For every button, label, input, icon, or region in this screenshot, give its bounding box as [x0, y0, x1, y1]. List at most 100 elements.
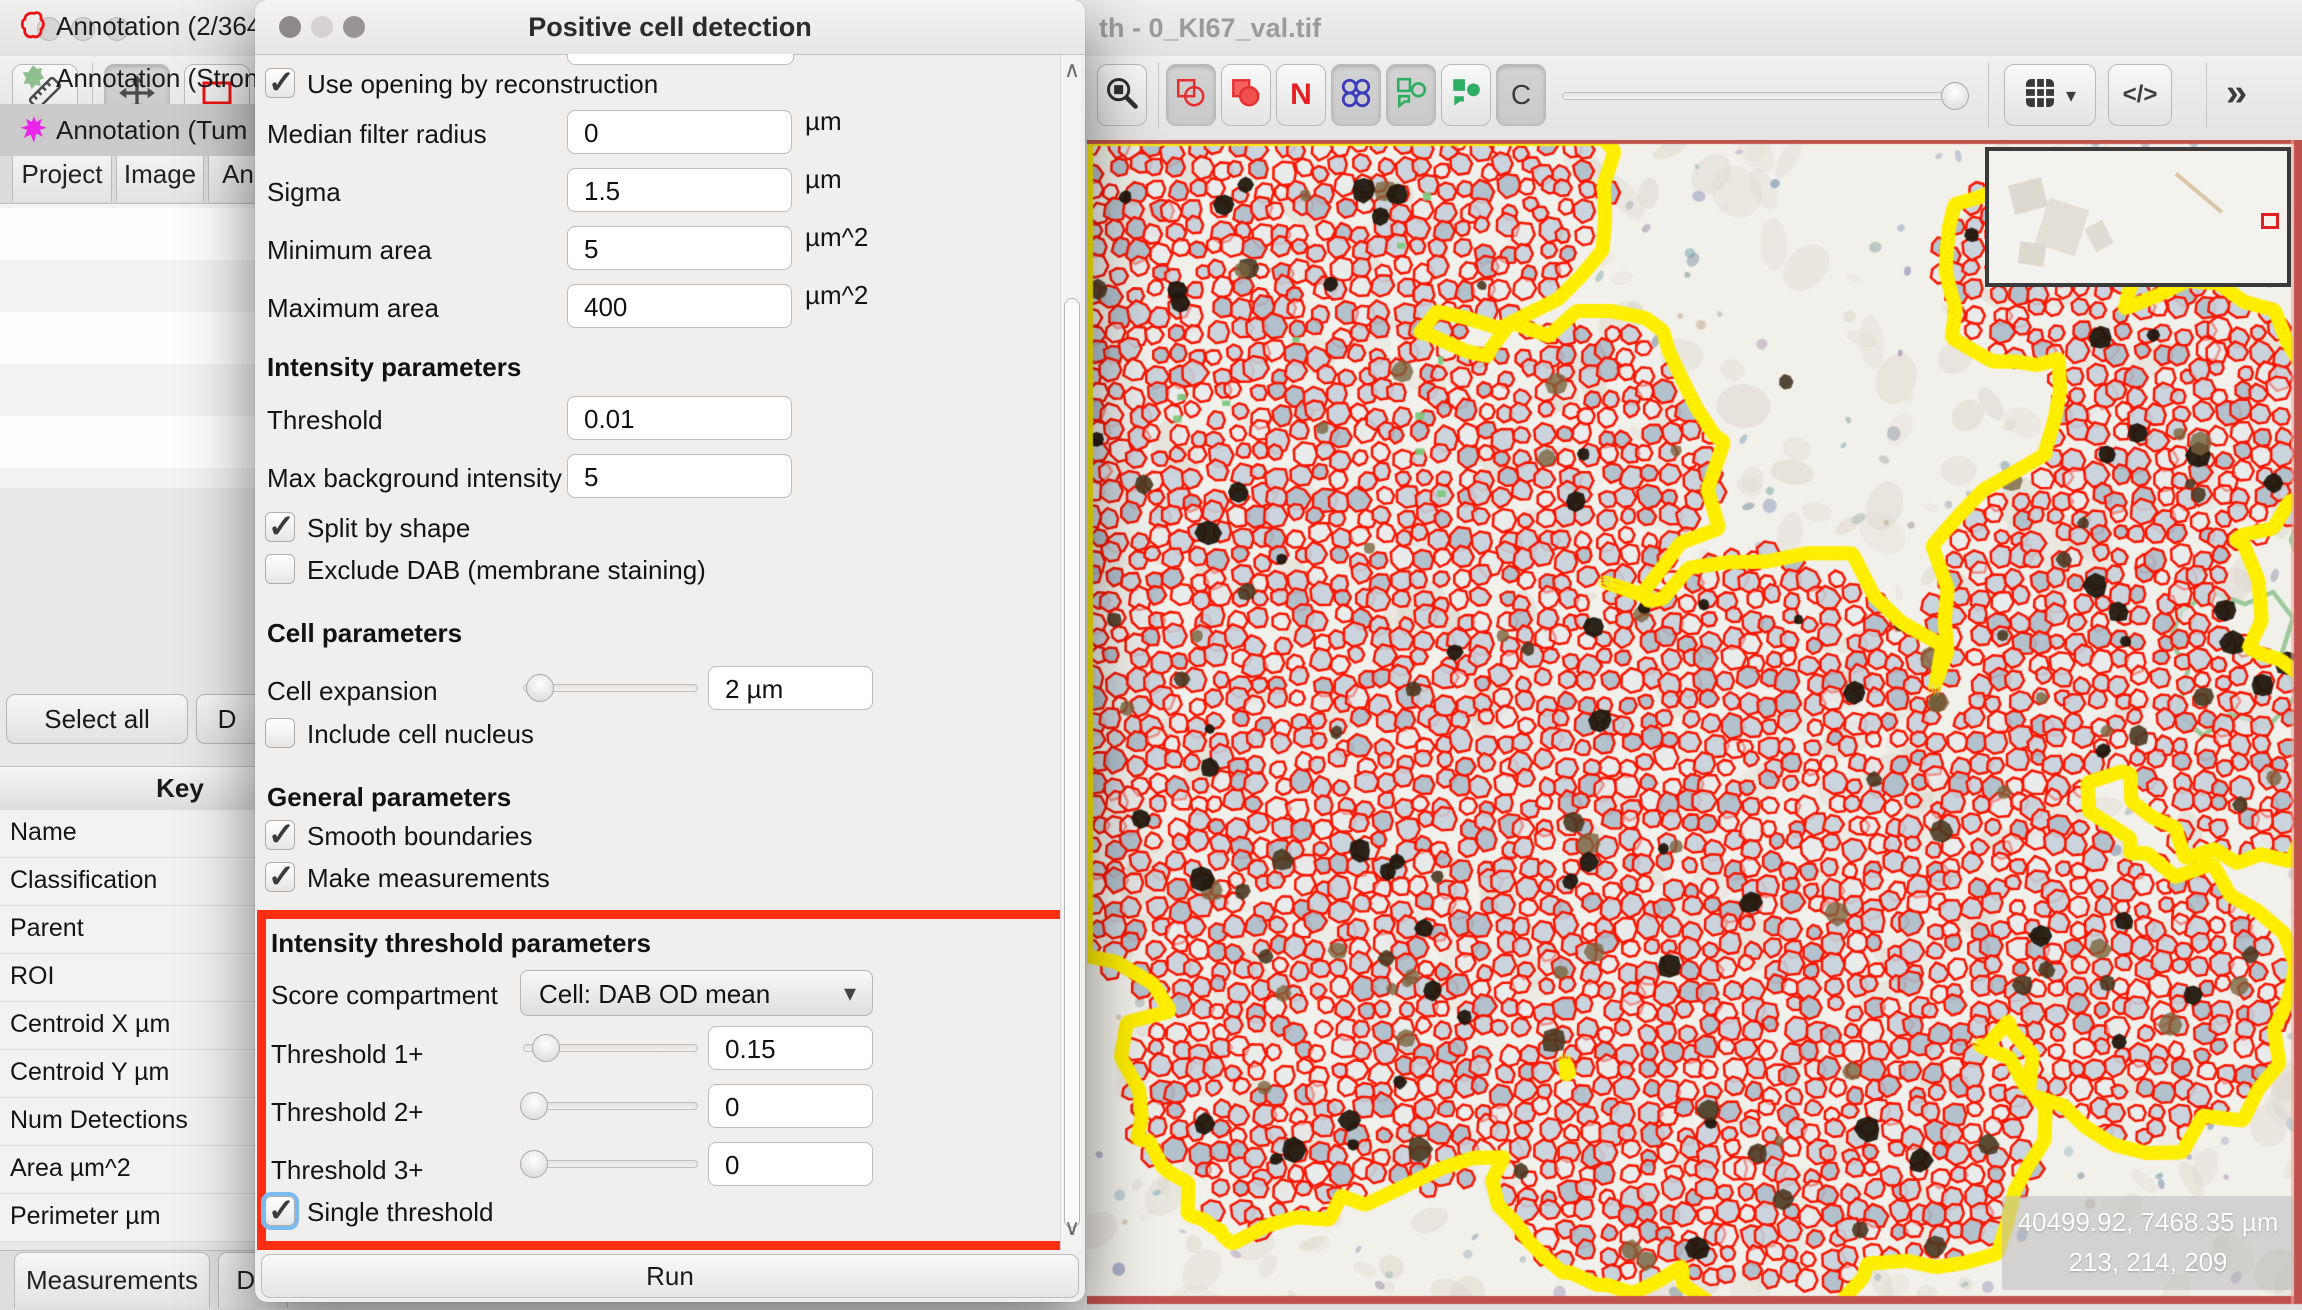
minimum-area-input[interactable]: 5	[567, 226, 792, 270]
overview-viewport-rect	[2261, 213, 2279, 229]
score-compartment-dropdown[interactable]: Cell: DAB OD mean ▾	[520, 970, 873, 1016]
cell-expansion-slider[interactable]	[523, 684, 698, 692]
include-cell-nucleus-checkbox[interactable]	[265, 718, 295, 748]
general-parameters-header: General parameters	[267, 782, 511, 813]
window-title: th - 0_KI67_val.tif	[1099, 13, 1321, 44]
make-measurements-checkbox[interactable]: ✓	[265, 862, 295, 892]
chevron-down-icon: ▾	[2066, 83, 2076, 108]
checkmark-icon: ✓	[268, 63, 295, 101]
table-row: Centroid X µm	[0, 1002, 256, 1050]
threshold-3-input[interactable]: 0	[708, 1142, 873, 1186]
checkmark-icon: ✓	[268, 507, 295, 545]
threshold-1-input[interactable]: 0.15	[708, 1026, 873, 1070]
tma-grid-icon	[1339, 76, 1373, 115]
split-by-shape-checkbox[interactable]: ✓	[265, 512, 295, 542]
scroll-up-icon[interactable]: ∧	[1064, 57, 1080, 83]
show-detections-button[interactable]	[1386, 64, 1436, 126]
toolbar-separator	[1988, 62, 1989, 128]
threshold-3-slider-thumb[interactable]	[520, 1150, 548, 1178]
max-background-intensity-input[interactable]: 5	[567, 454, 792, 498]
toolbar-separator	[1158, 62, 1159, 128]
smooth-boundaries-checkbox[interactable]: ✓	[265, 820, 295, 850]
cell-expansion-label: Cell expansion	[267, 676, 438, 707]
single-threshold-label: Single threshold	[307, 1197, 493, 1228]
annotation-list: Annotation (2/364 Annotation (Stron Anno…	[0, 0, 257, 488]
select-all-button[interactable]: Select all	[6, 694, 188, 744]
zoom-to-fit-button[interactable]	[1097, 64, 1147, 126]
fill-annotations-button[interactable]	[1221, 64, 1271, 126]
annotation-list-item[interactable]: Annotation (2/364	[0, 0, 256, 52]
threshold-2-slider[interactable]	[523, 1102, 698, 1110]
opacity-slider[interactable]	[1562, 92, 1968, 100]
include-cell-nucleus-label: Include cell nucleus	[307, 719, 534, 750]
score-compartment-label: Score compartment	[271, 980, 498, 1011]
unit-label: µm^2	[805, 222, 868, 253]
cursor-location-um: 40499.92, 7468.35 µm	[2002, 1202, 2294, 1242]
table-row: Classification	[0, 858, 256, 906]
threshold-input[interactable]: 0.01	[567, 396, 792, 440]
script-editor-button[interactable]: </>	[2108, 64, 2172, 126]
intensity-parameters-header: Intensity parameters	[267, 352, 521, 383]
dialog-scrollbar-thumb[interactable]	[1064, 298, 1080, 1228]
magnifier-icon	[1104, 75, 1140, 116]
overview-thumbnail[interactable]	[1985, 147, 2291, 287]
threshold-3-slider[interactable]	[523, 1160, 698, 1168]
threshold-2-label: Threshold 2+	[271, 1097, 423, 1128]
table-icon	[2024, 77, 2056, 114]
connections-icon: C	[1511, 79, 1531, 111]
annotation-shape-icon	[18, 10, 50, 47]
threshold-2-input[interactable]: 0	[708, 1084, 873, 1128]
overview-tissue-fragment	[2084, 220, 2114, 252]
use-opening-label: Use opening by reconstruction	[307, 69, 658, 100]
annotation-list-item-selected[interactable]: Annotation (Tum	[0, 104, 256, 156]
slide-canvas[interactable]	[1087, 140, 2302, 1310]
use-opening-checkbox[interactable]: ✓	[265, 68, 295, 98]
detections-filled-icon	[1449, 76, 1483, 115]
names-icon: N	[1290, 78, 1312, 112]
show-connections-button[interactable]: C	[1496, 64, 1546, 126]
cell-expansion-slider-thumb[interactable]	[526, 674, 554, 702]
key-table-header: Key	[0, 766, 257, 812]
image-viewer[interactable]: 40499.92, 7468.35 µm 213, 214, 209	[1087, 140, 2302, 1310]
split-by-shape-label: Split by shape	[307, 513, 470, 544]
unit-label: µm^2	[805, 280, 868, 311]
sigma-input[interactable]: 1.5	[567, 168, 792, 212]
cursor-location-rgb: 213, 214, 209	[2002, 1242, 2294, 1282]
dialog-scrollbar[interactable]: ∧ ∨	[1060, 55, 1081, 1250]
exclude-dab-checkbox[interactable]	[265, 554, 295, 584]
cell-expansion-input[interactable]: 2 µm	[708, 666, 873, 710]
scroll-down-icon[interactable]: ∨	[1064, 1215, 1080, 1241]
tab-measurements[interactable]: Measurements	[14, 1252, 210, 1308]
overview-tissue-fragment	[2175, 172, 2224, 214]
show-annotations-button[interactable]	[1166, 64, 1216, 126]
detections-outline-icon	[1394, 76, 1428, 115]
maximum-area-label: Maximum area	[267, 293, 439, 324]
intensity-threshold-header: Intensity threshold parameters	[271, 928, 651, 959]
threshold-1-slider-thumb[interactable]	[532, 1034, 560, 1062]
threshold-2-slider-thumb[interactable]	[520, 1092, 548, 1120]
threshold-1-slider[interactable]	[523, 1044, 698, 1052]
annotation-list-item[interactable]: Annotation (Stron	[0, 52, 256, 104]
maximum-area-input[interactable]: 400	[567, 284, 792, 328]
unit-label: µm	[805, 106, 842, 137]
annotations-filled-icon	[1229, 76, 1263, 115]
median-filter-radius-input[interactable]: 0	[567, 110, 792, 154]
checkmark-icon: ✓	[268, 857, 295, 895]
toolbar-separator	[2206, 62, 2207, 128]
table-row: Centroid Y µm	[0, 1050, 256, 1098]
run-button[interactable]: Run	[261, 1254, 1079, 1298]
chevron-down-icon: ▾	[844, 979, 856, 1008]
sigma-label: Sigma	[267, 177, 341, 208]
delete-button[interactable]: D	[196, 694, 258, 744]
threshold-1-label: Threshold 1+	[271, 1039, 423, 1070]
toolbar-overflow-button[interactable]: »	[2226, 72, 2247, 115]
exclude-dab-label: Exclude DAB (membrane staining)	[307, 555, 706, 586]
measurement-table-button[interactable]: ▾	[2004, 64, 2096, 126]
show-names-button[interactable]: N	[1276, 64, 1326, 126]
fill-detections-button[interactable]	[1441, 64, 1491, 126]
annotation-shape-icon	[18, 62, 50, 99]
single-threshold-checkbox[interactable]: ✓	[265, 1196, 295, 1226]
opacity-slider-thumb[interactable]	[1941, 82, 1969, 110]
unit-label: µm	[805, 164, 842, 195]
tma-grid-button[interactable]	[1331, 64, 1381, 126]
